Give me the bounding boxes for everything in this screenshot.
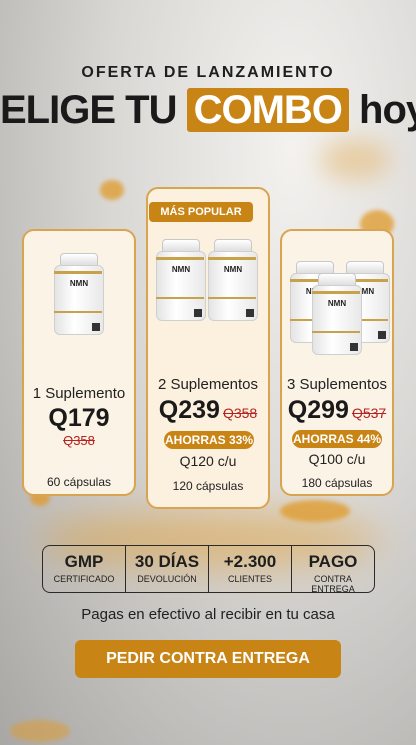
product-name-label: NMN	[327, 299, 347, 308]
product-name-label: NMN	[69, 279, 89, 288]
orange-splash	[280, 500, 350, 522]
product-name-label: NMN	[223, 265, 243, 274]
headline-post: hoy.	[359, 88, 416, 132]
offer-card-1[interactable]: NMN 1 Suplemento Q179 Q358 60 cápsulas	[22, 229, 136, 496]
orange-splash	[10, 720, 70, 742]
offer-price-value: Q239	[158, 396, 220, 424]
stat-returns: 30 DÍAS DEVOLUCIÓN	[125, 546, 208, 592]
offer-price: Q299 Q537	[282, 396, 392, 425]
orange-splash	[100, 180, 124, 200]
stat-payment: PAGO CONTRA ENTREGA	[291, 546, 374, 594]
headline-highlight: COMBO	[186, 88, 349, 132]
offer-capsules: 60 cápsulas	[46, 475, 112, 489]
offer-old-price: Q358	[63, 433, 95, 448]
offer-old-price: Q358	[222, 405, 258, 421]
order-cod-button[interactable]: PEDIR CONTRA ENTREGA	[75, 640, 341, 678]
offer-capsules: 120 cápsulas	[172, 479, 244, 493]
light-flare	[320, 140, 390, 180]
stat-customers: +2.300 CLIENTES	[208, 546, 291, 592]
offer-name: 3 Suplementos	[286, 376, 388, 393]
offer-subtitle: OFERTA DE LANZAMIENTO	[81, 64, 335, 81]
product-bottle-image: NMN	[156, 239, 206, 321]
offer-capsules: 180 cápsulas	[301, 476, 373, 490]
product-bottle-image: NMN	[312, 273, 362, 355]
offer-price: Q239 Q358	[148, 396, 268, 425]
savings-badge: AHORRAS 33%	[164, 431, 254, 449]
offer-old-price: Q537	[351, 405, 387, 421]
offer-card-2[interactable]: NMN NMN 2 Suplementos Q239 Q358 AHORRAS 3…	[146, 187, 270, 509]
stat-caption: CERTIFICADO	[53, 574, 115, 584]
headline-pre: ELIGE TU	[0, 88, 177, 132]
product-name-label: NMN	[171, 265, 191, 274]
offer-card-3[interactable]: NMN NMN NMN 3 Suplementos Q299Q537 AHORR…	[280, 229, 394, 496]
product-bottle-image: NMN	[208, 239, 258, 321]
headline: ELIGE TU COMBO hoy.	[0, 88, 416, 133]
stat-caption: CONTRA ENTREGA	[311, 574, 355, 594]
stat-value: +2.300	[223, 552, 277, 571]
offer-name: 1 Suplemento	[32, 385, 126, 402]
offer-unit-price: Q100 c/u	[308, 451, 366, 467]
product-bottle-image: NMN	[54, 253, 104, 335]
offer-name: 2 Suplementos	[157, 376, 259, 393]
payment-note: Pagas en efectivo al recibir en tu casa	[81, 606, 335, 623]
stat-caption: CLIENTES	[227, 574, 272, 584]
stat-value: 30 DÍAS	[134, 552, 200, 571]
offer-price: Q179	[48, 404, 110, 432]
stat-value: PAGO	[308, 552, 358, 571]
offer-unit-price: Q120 c/u	[179, 453, 237, 469]
savings-badge: AHORRAS 44%	[292, 430, 382, 448]
most-popular-badge: MÁS POPULAR	[149, 202, 253, 222]
stat-caption: DEVOLUCIÓN	[137, 574, 197, 584]
stat-value: GMP	[64, 552, 104, 571]
offer-price-value: Q299	[287, 396, 349, 424]
trust-stats-bar: GMP CERTIFICADO 30 DÍAS DEVOLUCIÓN +2.30…	[42, 545, 375, 594]
stat-gmp: GMP CERTIFICADO	[43, 546, 125, 592]
